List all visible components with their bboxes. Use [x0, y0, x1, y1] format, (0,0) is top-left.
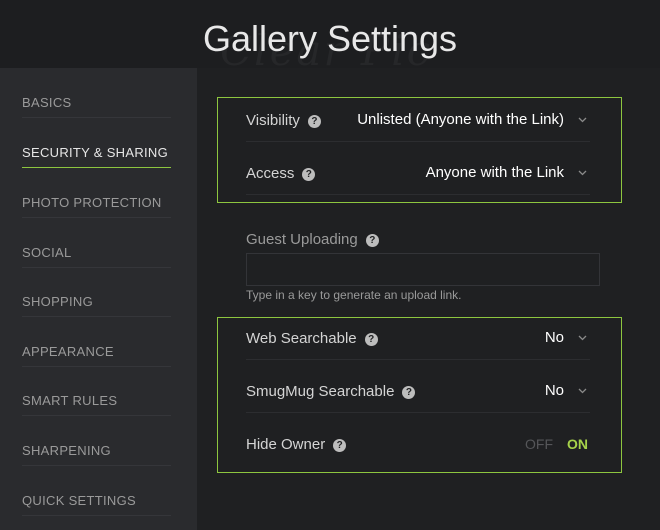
chevron-down-icon[interactable]	[578, 335, 587, 343]
access-label: Access	[246, 165, 295, 182]
help-icon[interactable]: ?	[402, 386, 416, 399]
sidebar-item-quick-settings[interactable]: QUICK SETTINGS	[22, 466, 171, 516]
help-icon[interactable]: ?	[307, 115, 321, 128]
hide-owner-label: Hide Owner	[246, 436, 326, 453]
help-icon[interactable]: ?	[333, 439, 347, 452]
hide-owner-row: Hide Owner? OFF ON	[246, 428, 590, 466]
visibility-row: Visibility? Unlisted (Anyone with the Li…	[246, 104, 590, 142]
help-icon[interactable]: ?	[364, 333, 378, 346]
header: Clear Pic Gallery Settings	[0, 0, 660, 75]
guest-upload-hint: Type in a key to generate an upload link…	[246, 288, 462, 302]
sidebar-item-smart-rules[interactable]: SMART RULES	[22, 366, 171, 416]
visibility-label: Visibility	[246, 112, 300, 129]
chevron-down-icon[interactable]	[578, 117, 587, 125]
access-select[interactable]: Anyone with the Link	[426, 164, 564, 181]
sidebar-item-photo-protection[interactable]: PHOTO PROTECTION	[22, 168, 171, 218]
web-searchable-row: Web Searchable? No	[246, 322, 590, 360]
smugmug-searchable-select[interactable]: No	[545, 382, 564, 399]
hide-owner-on-option[interactable]: ON	[567, 436, 588, 452]
guest-uploading-label: Guest Uploading	[246, 231, 358, 248]
sidebar-item-social[interactable]: SOCIAL	[22, 218, 171, 268]
help-icon[interactable]: ?	[302, 168, 316, 181]
sidebar-item-sharpening[interactable]: SHARPENING	[22, 416, 171, 466]
access-row: Access? Anyone with the Link	[246, 157, 590, 195]
web-searchable-select[interactable]: No	[545, 329, 564, 346]
sidebar-item-basics[interactable]: BASICS	[22, 68, 171, 118]
sidebar-item-appearance[interactable]: APPEARANCE	[22, 317, 171, 367]
chevron-down-icon[interactable]	[578, 388, 587, 396]
guest-upload-key-input[interactable]	[246, 253, 600, 286]
web-searchable-label: Web Searchable	[246, 330, 357, 347]
chevron-down-icon[interactable]	[578, 170, 587, 178]
hide-owner-off-option[interactable]: OFF	[525, 436, 553, 452]
sidebar-item-shopping[interactable]: SHOPPING	[22, 267, 171, 317]
smugmug-searchable-label: SmugMug Searchable	[246, 383, 395, 400]
page-title: Gallery Settings	[202, 18, 458, 59]
help-icon[interactable]: ?	[365, 234, 379, 247]
visibility-select[interactable]: Unlisted (Anyone with the Link)	[357, 111, 564, 128]
sidebar-item-security-sharing[interactable]: SECURITY & SHARING	[22, 118, 171, 168]
smugmug-searchable-row: SmugMug Searchable? No	[246, 375, 590, 413]
